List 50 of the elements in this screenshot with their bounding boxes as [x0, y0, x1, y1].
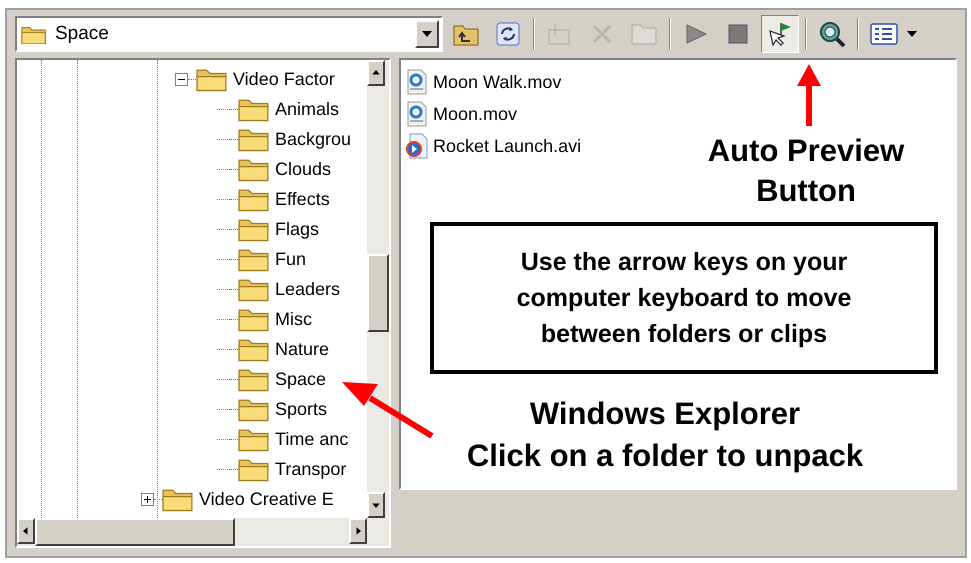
vertical-scrollbar[interactable] — [367, 60, 389, 518]
play-icon — [684, 22, 708, 46]
video-file-icon — [405, 101, 429, 127]
annotation-arrow — [796, 62, 822, 128]
file-item[interactable]: Moon.mov — [405, 98, 518, 130]
folder-label[interactable]: Backgrou — [275, 130, 352, 148]
folder-label[interactable]: Misc — [275, 310, 312, 328]
video-file-icon — [405, 69, 429, 95]
folder-label[interactable]: Video Creative E — [199, 490, 334, 508]
folder-label[interactable]: Flags — [275, 220, 320, 238]
expand-icon[interactable] — [141, 492, 154, 506]
folder-label[interactable]: Nature — [275, 340, 330, 358]
annotation-text: Use the arrow keys on your computer keyboard to move between folders or clips — [516, 247, 852, 350]
file-item[interactable]: Moon Walk.mov — [405, 66, 562, 98]
collapse-icon[interactable] — [175, 72, 188, 86]
scrollbar-thumb[interactable] — [367, 254, 389, 332]
list-view-icon — [870, 22, 898, 46]
search-icon — [818, 20, 846, 48]
horizontal-scrollbar[interactable] — [17, 518, 389, 546]
dropdown-button[interactable] — [415, 20, 439, 48]
folder-outline-icon — [630, 22, 658, 46]
toolbar-button[interactable] — [761, 15, 799, 53]
path-combo-box[interactable]: Space — [15, 16, 443, 52]
caret-icon[interactable] — [907, 31, 917, 37]
delete-icon — [591, 23, 613, 45]
stop-icon — [728, 24, 748, 44]
folder-label[interactable]: Time anc — [275, 430, 348, 448]
new-folder-icon — [547, 22, 573, 46]
path-value: Space — [55, 22, 110, 46]
scroll-up-button[interactable] — [367, 60, 385, 86]
folder-label[interactable]: Leaders — [275, 280, 340, 298]
folder-label[interactable]: Space — [275, 370, 326, 388]
annotation-text: Auto Preview Button — [706, 132, 906, 210]
cursor-flag-icon — [767, 21, 793, 47]
folder-label[interactable]: Sports — [275, 400, 328, 418]
folder-label[interactable]: Video Factor — [233, 70, 335, 88]
folder-label[interactable]: Clouds — [275, 160, 332, 178]
file-item[interactable]: Rocket Launch.avi — [405, 130, 582, 162]
scroll-right-button[interactable] — [349, 518, 367, 544]
folder-label[interactable]: Fun — [275, 250, 306, 268]
scroll-down-button[interactable] — [367, 492, 385, 518]
folder-label[interactable]: Effects — [275, 190, 330, 208]
caret-icon — [421, 30, 433, 38]
folder-label[interactable]: Animals — [275, 100, 340, 118]
folder-label[interactable]: Transpor — [275, 460, 346, 478]
scroll-left-button[interactable] — [17, 518, 35, 544]
scrollbar-thumb[interactable] — [35, 518, 235, 546]
media-file-icon — [405, 133, 429, 159]
annotation-text: Windows Explorer Click on a folder to unpack — [466, 395, 864, 475]
refresh-icon — [496, 22, 520, 46]
